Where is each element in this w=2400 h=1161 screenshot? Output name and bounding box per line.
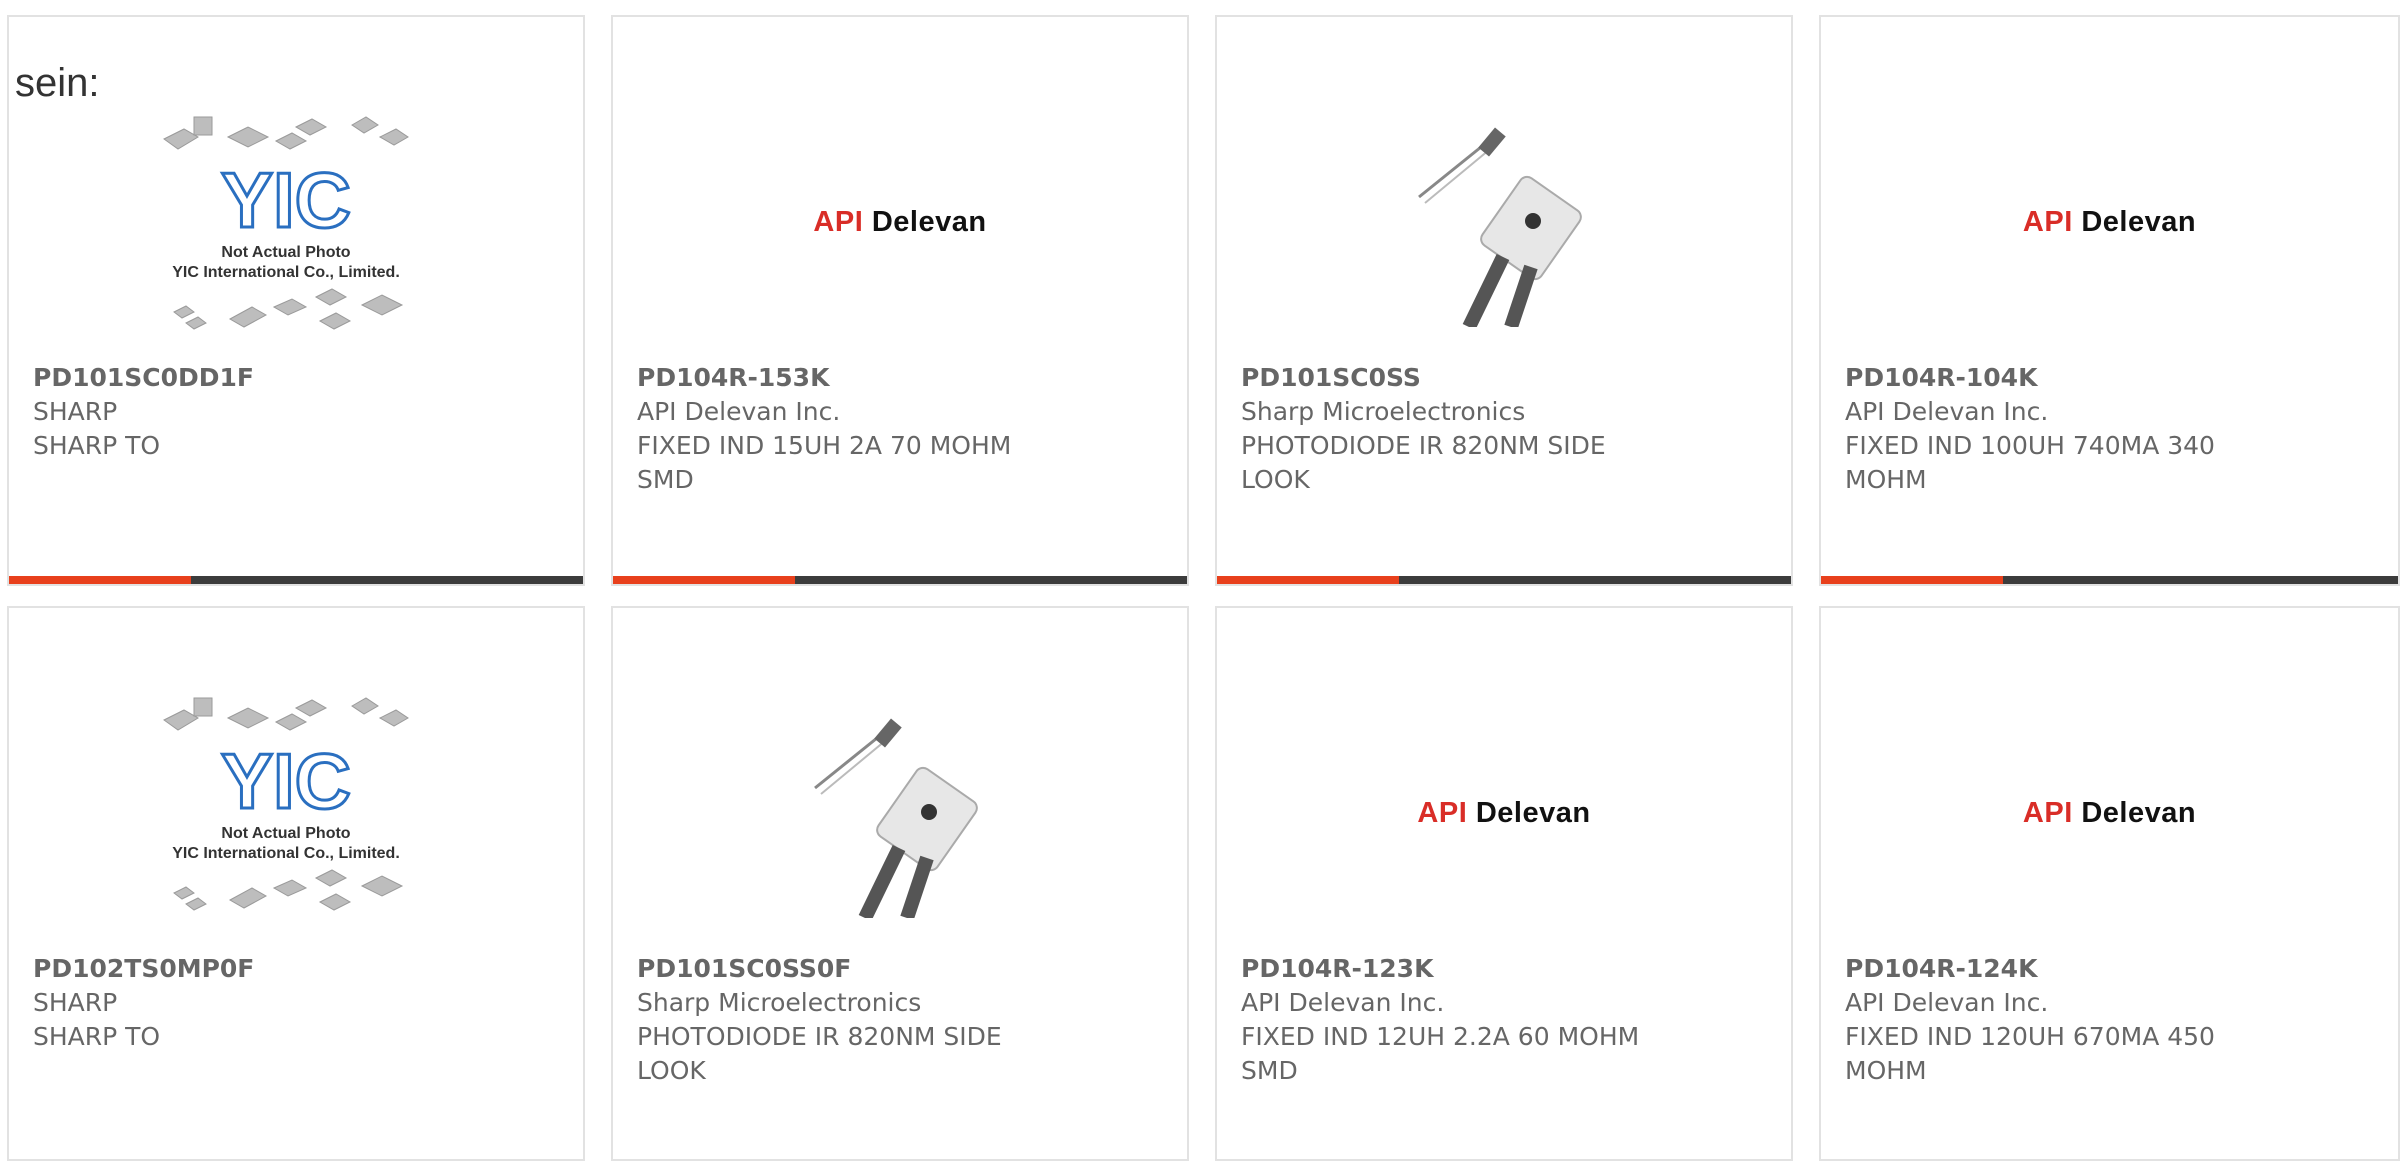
product-card[interactable]: sein: YIC Not Actual Photo YIC Internati…	[7, 15, 585, 586]
part-number[interactable]: PD102TS0MP0F	[33, 952, 559, 986]
yic-line2: YIC International Co., Limited.	[172, 845, 400, 862]
card-accent-bar	[613, 576, 1187, 584]
manufacturer: Sharp Microelectronics	[637, 988, 922, 1017]
product-card[interactable]: API Delevan PD104R-104K API Delevan Inc.…	[1819, 15, 2400, 586]
manufacturer: API Delevan Inc.	[637, 397, 841, 426]
manufacturer: SHARP	[33, 397, 118, 426]
api-delevan-logo: API Delevan	[2022, 205, 2197, 238]
product-info: PD102TS0MP0F SHARP SHARP TO	[33, 952, 559, 1054]
product-card[interactable]: YIC Not Actual Photo YIC International C…	[7, 606, 585, 1161]
photodiode-photo	[1418, 127, 1582, 327]
part-number[interactable]: PD104R-153K	[637, 361, 1163, 395]
photodiode-photo	[814, 718, 978, 918]
card-accent-bar	[1821, 576, 2398, 584]
api-delevan-logo: API Delevan	[813, 205, 987, 238]
product-card[interactable]: API Delevan PD104R-153K API Delevan Inc.…	[611, 15, 1189, 586]
yic-line1: Not Actual Photo	[221, 244, 350, 261]
product-grid: sein: YIC Not Actual Photo YIC Internati…	[0, 0, 2400, 1161]
card-accent-bar	[9, 576, 583, 584]
description: FIXED IND 15UH 2A 70 MOHM SMD	[637, 431, 1012, 494]
product-card[interactable]: PD101SC0SS0F Sharp Microelectronics PHOT…	[611, 606, 1189, 1161]
product-image: API Delevan	[1217, 678, 1791, 948]
part-number[interactable]: PD101SC0DD1F	[33, 361, 559, 395]
part-number[interactable]: PD104R-123K	[1241, 952, 1767, 986]
product-card[interactable]: API Delevan PD104R-124K API Delevan Inc.…	[1819, 606, 2400, 1161]
yic-logo-text: YIC	[221, 737, 351, 825]
product-image	[613, 678, 1187, 948]
description: FIXED IND 100UH 740MA 340 MOHM	[1845, 431, 2215, 494]
api-delevan-logo: API Delevan	[1417, 796, 1591, 829]
product-image: YIC Not Actual Photo YIC International C…	[9, 97, 583, 367]
manufacturer: SHARP	[33, 988, 118, 1017]
product-info: PD104R-153K API Delevan Inc. FIXED IND 1…	[637, 361, 1163, 497]
yic-placeholder-image: YIC Not Actual Photo YIC International C…	[163, 116, 409, 330]
product-info: PD104R-104K API Delevan Inc. FIXED IND 1…	[1845, 361, 2374, 497]
product-image: YIC Not Actual Photo YIC International C…	[9, 678, 583, 948]
card-accent-bar	[1217, 576, 1791, 584]
yic-placeholder-image: YIC Not Actual Photo YIC International C…	[163, 697, 409, 911]
manufacturer: API Delevan Inc.	[1845, 397, 2049, 426]
part-number[interactable]: PD101SC0SS	[1241, 361, 1767, 395]
part-number[interactable]: PD104R-124K	[1845, 952, 2374, 986]
product-card[interactable]: PD101SC0SS Sharp Microelectronics PHOTOD…	[1215, 15, 1793, 586]
description: PHOTODIODE IR 820NM SIDE LOOK	[637, 1022, 1002, 1085]
product-info: PD101SC0SS0F Sharp Microelectronics PHOT…	[637, 952, 1163, 1088]
product-info: PD101SC0DD1F SHARP SHARP TO	[33, 361, 559, 463]
product-info: PD101SC0SS Sharp Microelectronics PHOTOD…	[1241, 361, 1767, 497]
description: SHARP TO	[33, 431, 161, 460]
product-image	[1217, 87, 1791, 357]
yic-line1: Not Actual Photo	[221, 825, 350, 842]
manufacturer: Sharp Microelectronics	[1241, 397, 1526, 426]
product-info: PD104R-124K API Delevan Inc. FIXED IND 1…	[1845, 952, 2374, 1088]
manufacturer: API Delevan Inc.	[1241, 988, 1445, 1017]
yic-logo-text: YIC	[221, 156, 351, 244]
api-delevan-logo: API Delevan	[2022, 796, 2197, 829]
description: FIXED IND 120UH 670MA 450 MOHM	[1845, 1022, 2215, 1085]
product-info: PD104R-123K API Delevan Inc. FIXED IND 1…	[1241, 952, 1767, 1088]
description: SHARP TO	[33, 1022, 161, 1051]
product-image: API Delevan	[1821, 87, 2398, 357]
manufacturer: API Delevan Inc.	[1845, 988, 2049, 1017]
description: PHOTODIODE IR 820NM SIDE LOOK	[1241, 431, 1606, 494]
product-image: API Delevan	[1821, 678, 2398, 948]
product-image: API Delevan	[613, 87, 1187, 357]
yic-line2: YIC International Co., Limited.	[172, 264, 400, 281]
product-card[interactable]: API Delevan PD104R-123K API Delevan Inc.…	[1215, 606, 1793, 1161]
description: FIXED IND 12UH 2.2A 60 MOHM SMD	[1241, 1022, 1640, 1085]
part-number[interactable]: PD104R-104K	[1845, 361, 2374, 395]
part-number[interactable]: PD101SC0SS0F	[637, 952, 1163, 986]
